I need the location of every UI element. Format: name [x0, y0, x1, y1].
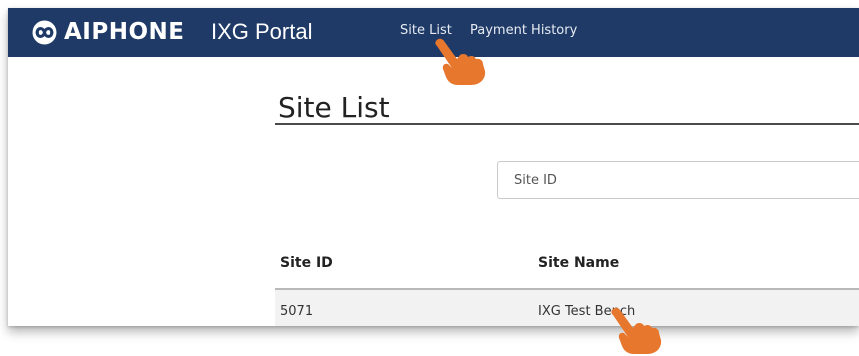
nav-payment-history[interactable]: Payment History: [470, 23, 577, 38]
site-id-search-input[interactable]: [497, 161, 859, 199]
brand-name: AIPHONE: [64, 19, 185, 45]
page-title: Site List: [278, 91, 390, 124]
nav-site-list[interactable]: Site List: [400, 23, 452, 38]
app-name: IXG Portal: [211, 19, 313, 44]
column-header-site-id[interactable]: Site ID: [280, 255, 333, 271]
title-divider: [275, 123, 859, 125]
table-row[interactable]: 5071 IXG Test Bench: [275, 290, 859, 326]
aiphone-logo-icon: [32, 20, 57, 44]
column-header-site-name[interactable]: Site Name: [538, 255, 619, 271]
brand-logo[interactable]: AIPHONE: [32, 19, 184, 45]
pointing-hand-icon: [435, 38, 486, 85]
pointing-hand-icon: [611, 307, 662, 354]
cell-site-id: 5071: [280, 304, 314, 319]
